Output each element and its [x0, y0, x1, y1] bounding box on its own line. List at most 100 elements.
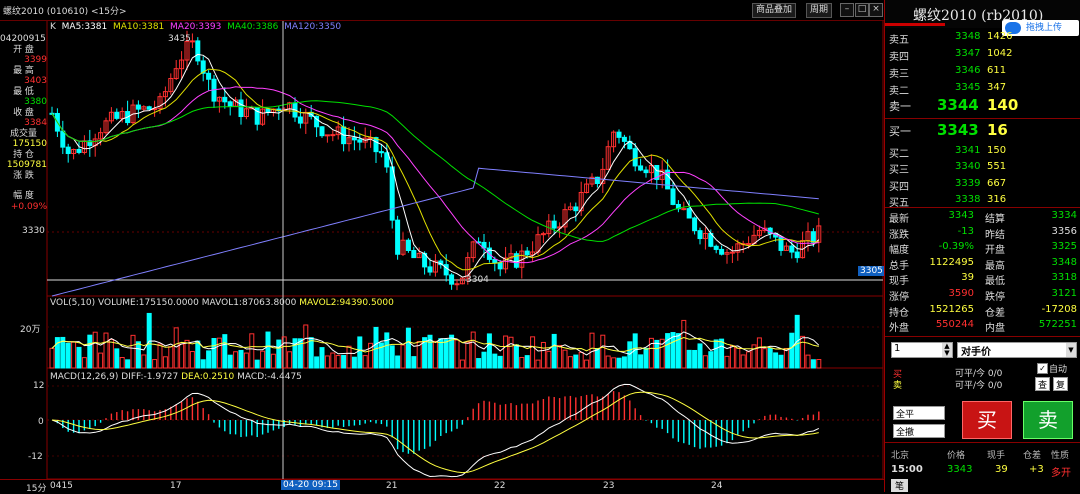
volume-bar: [789, 332, 795, 369]
stat-row: 外盘 550244 内盘 572251: [885, 318, 1080, 334]
level-price[interactable]: 3347: [955, 48, 980, 59]
volume-bar: [314, 356, 320, 369]
level-price[interactable]: 3341: [955, 145, 980, 156]
volume-bar: [708, 351, 714, 369]
price-type-select[interactable]: 对手价 ▼: [957, 342, 1077, 358]
candle-body: [692, 217, 698, 232]
stat-row: 现手 39 最低 3318: [885, 271, 1080, 287]
level-label: 卖五: [889, 35, 909, 46]
candlestick-chart[interactable]: [0, 0, 884, 492]
volume-bar: [65, 342, 71, 369]
volume-bar: [384, 332, 390, 369]
volume-bar: [238, 349, 244, 369]
info-oi: 1509781: [6, 160, 47, 170]
candle-body: [632, 148, 638, 167]
volume-bar: [341, 354, 347, 369]
volume-bar: [362, 355, 368, 369]
info-pct: +0.09%: [10, 201, 47, 212]
volume-bar: [346, 345, 352, 369]
x-tick-label: 24: [711, 481, 723, 491]
stat-value: -13: [957, 225, 974, 237]
info-high: 3403: [24, 76, 47, 86]
stat-value: 39: [961, 272, 974, 284]
tick-col-oi: 仓差: [1023, 451, 1042, 461]
volume-bar: [773, 352, 779, 369]
level-volume: 667: [987, 178, 1007, 189]
info-chg: [0, 181, 47, 191]
candle-body: [378, 151, 384, 154]
stat-row: 持仓 1521265 仓差 -17208: [885, 303, 1080, 319]
macd-axis-bot: -12: [28, 452, 43, 462]
chevron-down-icon[interactable]: ▼: [1066, 343, 1076, 357]
level-volume: 316: [987, 194, 1007, 205]
candle-body: [357, 139, 363, 143]
close-icon[interactable]: ×: [869, 3, 883, 17]
x-tick-label: 21: [386, 481, 398, 491]
volume-bar: [459, 359, 465, 369]
candle-body: [524, 250, 530, 256]
title-underline: [885, 23, 945, 26]
ma10-label: MA10:3381: [112, 22, 165, 32]
volume-bar: [157, 343, 163, 369]
candle-body: [697, 230, 703, 240]
x-tick-label: 0415: [50, 481, 73, 491]
add-commodity-button[interactable]: 商品叠加: [752, 3, 797, 18]
level-price[interactable]: 3343: [937, 121, 979, 139]
stat-value: 3325: [1051, 241, 1077, 253]
tab-ticks[interactable]: 笔: [891, 479, 909, 492]
x-tick-label: 22: [494, 481, 506, 491]
buy-button[interactable]: 买: [962, 401, 1012, 439]
maximize-icon[interactable]: □: [855, 3, 869, 17]
volume-bar: [103, 332, 109, 369]
candle-body: [206, 72, 212, 80]
level-price[interactable]: 3345: [955, 82, 980, 93]
volume-bar: [735, 347, 741, 369]
level-label: 卖一: [889, 100, 911, 113]
vol-value: VOLUME:175150.0000: [98, 298, 199, 308]
volume-bar: [373, 326, 379, 369]
stat-value: 572251: [1038, 319, 1077, 331]
cancel-all-button[interactable]: 全撤: [893, 424, 945, 438]
stat-label: 持仓: [889, 307, 909, 319]
minimize-icon[interactable]: –: [840, 3, 854, 17]
volume-bar: [508, 336, 514, 369]
close-all-button[interactable]: 全平: [893, 406, 945, 420]
volume-bar: [530, 336, 536, 369]
ma10-line: [51, 68, 819, 271]
stepper-arrows-icon[interactable]: ▲ ▼: [942, 343, 952, 357]
macd-axis-top: 12: [33, 381, 45, 391]
auto-checkbox[interactable]: ✓: [1037, 363, 1048, 374]
auto-label: 自动: [1049, 365, 1068, 375]
window-title: 螺纹2010 (010610) <15分>: [3, 7, 127, 17]
dea-label: DEA:0.2510: [181, 372, 235, 382]
query-button[interactable]: 查: [1035, 377, 1050, 391]
level-price[interactable]: 3344: [937, 96, 979, 114]
stat-row: 最新 3343 结算 3334: [885, 209, 1080, 225]
level-price[interactable]: 3339: [955, 178, 980, 189]
stat-value: 3334: [1051, 210, 1077, 221]
volume-bar: [400, 344, 406, 369]
volume-bar: [179, 343, 185, 369]
macd-pane-border: [46, 367, 884, 480]
level-price[interactable]: 3346: [955, 65, 980, 76]
quantity-stepper[interactable]: 1 ▲ ▼: [891, 342, 953, 358]
volume-bar: [746, 351, 752, 369]
level-price[interactable]: 3340: [955, 161, 980, 172]
tick-col-vol: 现手: [987, 451, 1006, 461]
volume-bar: [729, 345, 735, 369]
period-button[interactable]: 周期: [806, 3, 833, 18]
volume-bar: [389, 345, 395, 369]
volume-bar: [254, 359, 260, 369]
candle-body: [227, 101, 233, 107]
level-label: 买三: [889, 165, 909, 176]
sell-button[interactable]: 卖: [1023, 401, 1073, 439]
volume-bar: [114, 348, 120, 369]
volume-bar: [600, 334, 606, 369]
chart-area[interactable]: 螺纹2010 (010610) <15分> 商品叠加 周期 – □ × K MA…: [0, 0, 885, 494]
level-price[interactable]: 3348: [955, 31, 980, 42]
level-price[interactable]: 3338: [955, 194, 980, 205]
reset-button[interactable]: 复: [1053, 377, 1068, 391]
volume-bar: [216, 337, 222, 369]
volume-bar: [465, 341, 471, 369]
volume-bar: [308, 337, 314, 369]
